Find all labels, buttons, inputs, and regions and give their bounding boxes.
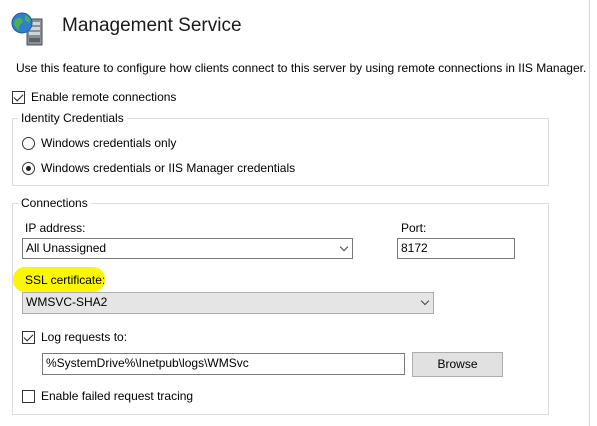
ssl-certificate-label: SSL certificate: [25, 273, 106, 287]
log-requests-label: Log requests to: [41, 330, 128, 344]
window-edge [589, 0, 590, 426]
enable-remote-checkbox[interactable] [12, 91, 25, 104]
enable-remote-label: Enable remote connections [31, 90, 177, 104]
chevron-down-icon [339, 242, 349, 252]
radio-windows-only-label: Windows credentials only [41, 136, 177, 150]
page-title: Management Service [62, 15, 242, 36]
ip-address-dropdown[interactable]: All Unassigned [22, 238, 353, 259]
ssl-certificate-value: WMSVC-SHA2 [26, 295, 108, 309]
connections-legend: Connections [18, 196, 91, 210]
chevron-down-icon [420, 296, 430, 306]
identity-credentials-legend: Identity Credentials [18, 111, 127, 125]
server-globe-icon [10, 11, 48, 47]
page-description: Use this feature to configure how client… [16, 61, 587, 75]
identity-credentials-group [12, 118, 549, 186]
port-input[interactable]: 8172 [397, 238, 515, 259]
failed-request-tracing-checkbox[interactable] [22, 390, 35, 403]
log-requests-checkbox[interactable] [22, 331, 35, 344]
radio-windows-only[interactable] [22, 137, 35, 150]
failed-request-tracing-label: Enable failed request tracing [41, 389, 194, 403]
ip-address-label: IP address: [25, 221, 86, 235]
ip-address-value: All Unassigned [26, 241, 107, 255]
radio-windows-or-iis[interactable] [22, 162, 35, 175]
ssl-certificate-dropdown[interactable]: WMSVC-SHA2 [22, 292, 434, 314]
port-label: Port: [401, 221, 427, 235]
log-path-input[interactable]: %SystemDrive%\Inetpub\logs\WMSvc [42, 353, 405, 375]
radio-windows-or-iis-label: Windows credentials or IIS Manager crede… [41, 161, 296, 175]
browse-button[interactable]: Browse [412, 352, 503, 377]
